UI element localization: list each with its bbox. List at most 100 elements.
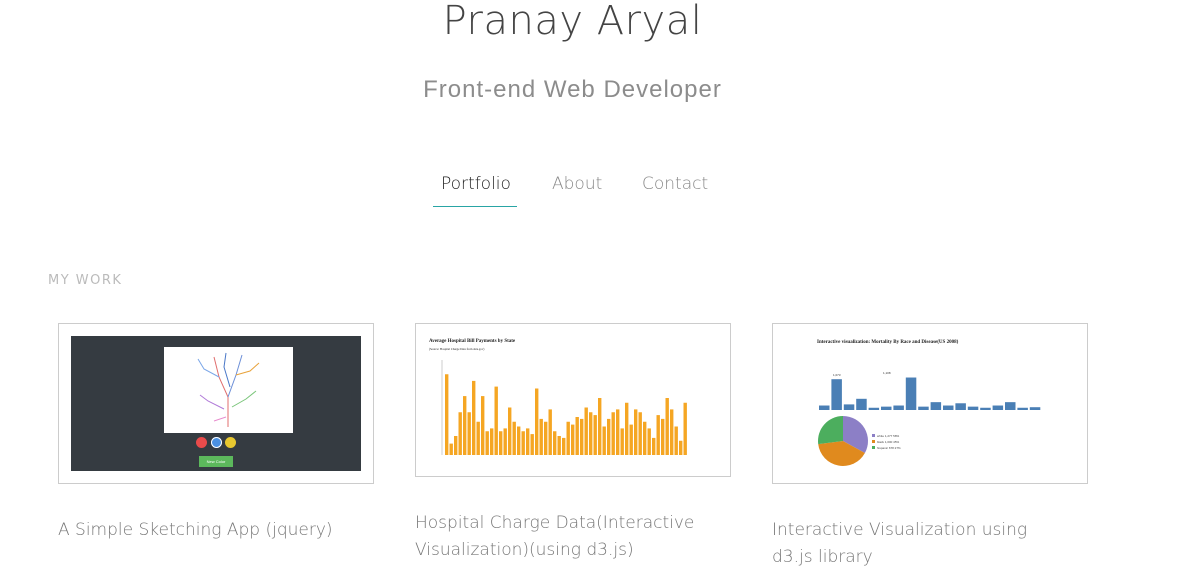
preview-bar: [593, 415, 597, 455]
preview-bar: [1029, 407, 1041, 410]
preview-bar: [665, 398, 669, 455]
preview-bar: [930, 402, 942, 410]
preview-bar: [674, 426, 678, 455]
preview-bar: [557, 436, 561, 455]
preview-bar: [643, 421, 647, 455]
nav-about[interactable]: About: [552, 174, 602, 194]
preview-bar: [683, 402, 687, 455]
preview-bar: [607, 418, 611, 455]
sketch-app-preview: New Color: [71, 336, 361, 471]
preview-bar: [494, 386, 498, 455]
preview-bar: [638, 412, 642, 455]
color-dot-red[interactable]: [196, 437, 207, 448]
preview-bar: [580, 418, 584, 455]
preview-bar-label: 1,073: [833, 373, 841, 377]
preview-bar: [980, 407, 991, 410]
preview-bar: [458, 412, 462, 455]
preview-bar-label: 1,108: [883, 371, 891, 375]
preview-bar: [530, 434, 534, 455]
preview-bar: [544, 421, 548, 455]
sketch-canvas: [164, 347, 293, 433]
preview-legend-swatch: [872, 434, 875, 437]
preview-bar: [508, 407, 512, 455]
preview-bar: [584, 407, 588, 455]
preview-bar: [616, 409, 620, 455]
preview-bar: [548, 409, 552, 455]
nav-contact[interactable]: Contact: [642, 174, 708, 194]
preview-bar: [499, 431, 503, 455]
preview-bar: [881, 406, 892, 410]
site-name: Pranay Aryal: [442, 0, 703, 44]
preview-mortality-chart: 1,073 1,108 white 1,277 58% black 1,000 45%…: [818, 371, 1041, 466]
preview-bar: [485, 431, 489, 455]
project-title[interactable]: A Simple Sketching App (jquery): [58, 517, 374, 544]
preview-bar: [598, 398, 602, 455]
preview-bar: [517, 426, 521, 455]
preview-pie-slice: [818, 416, 843, 445]
project-thumbnail[interactable]: Interactive visualization: Mortality By …: [772, 323, 1088, 484]
preview-bar: [1017, 407, 1028, 410]
preview-bar: [553, 431, 557, 455]
preview-bar: [472, 380, 476, 455]
preview-bar: [521, 431, 525, 455]
project-title[interactable]: Interactive Visualization using d3.js li…: [772, 517, 1072, 571]
preview-bar: [611, 412, 615, 455]
preview-bar: [490, 428, 494, 455]
preview-bar: [656, 415, 660, 455]
new-color-button[interactable]: New Color: [199, 456, 233, 467]
preview-bar: [992, 405, 1004, 410]
preview-legend-label: black 1,000 45%: [877, 440, 900, 444]
preview-bar: [943, 405, 954, 410]
preview-bar: [652, 437, 656, 455]
preview-bar: [481, 396, 485, 455]
preview-bar: [629, 424, 633, 455]
preview-bar: [589, 412, 593, 455]
preview-bar: [454, 436, 458, 455]
section-label: MY WORK: [48, 273, 123, 288]
preview-bar: [526, 428, 530, 455]
preview-bar: [467, 412, 471, 455]
color-dot-blue[interactable]: [211, 437, 222, 448]
color-dot-yellow[interactable]: [225, 437, 236, 448]
nav-portfolio[interactable]: Portfolio: [441, 174, 511, 194]
project-title[interactable]: Hospital Charge Data(Interactive Visuali…: [415, 510, 731, 564]
preview-bar: [831, 379, 842, 410]
preview-bar: [566, 421, 570, 455]
preview-bar: [843, 404, 855, 410]
preview-bar: [503, 428, 507, 455]
preview-bar: [445, 374, 449, 455]
preview-bar: [868, 407, 880, 410]
preview-bar: [625, 402, 629, 455]
preview-bar: [679, 440, 683, 455]
preview-bar: [918, 406, 929, 410]
site-role: Front-end Web Developer: [423, 76, 722, 103]
preview-bar: [620, 428, 624, 455]
preview-bar: [647, 428, 651, 455]
preview-bar: [571, 424, 575, 455]
project-thumbnail[interactable]: New Color: [58, 323, 374, 484]
preview-bar: [602, 426, 606, 455]
project-card-sketch[interactable]: New Color A Simple Sketching App (jquery…: [58, 323, 374, 544]
main-nav: Portfolio About Contact: [0, 174, 1145, 214]
preview-bar: [905, 377, 917, 410]
preview-bar: [535, 388, 539, 455]
preview-bar: [449, 443, 453, 455]
sketch-drawing: [197, 352, 260, 427]
nav-active-underline: [433, 206, 517, 207]
project-thumbnail[interactable]: Average Hospital Bill Payments by State …: [415, 323, 731, 477]
preview-legend-label: white 1,277 58%: [877, 434, 900, 438]
preview-legend-label: hispanic 678 27%: [877, 446, 901, 450]
preview-bar: [670, 409, 674, 455]
preview-legend-swatch: [872, 440, 875, 443]
preview-bar: [562, 437, 566, 455]
preview-bar: [512, 421, 516, 455]
preview-legend-swatch: [872, 446, 875, 449]
preview-bar: [893, 405, 904, 410]
preview-bar: [463, 396, 467, 455]
preview-bar: [634, 409, 638, 455]
preview-bar: [575, 417, 579, 455]
project-card-mortality[interactable]: Interactive visualization: Mortality By …: [772, 323, 1088, 571]
preview-bar: [1005, 402, 1016, 410]
project-card-hospital[interactable]: Average Hospital Bill Payments by State …: [415, 323, 731, 564]
preview-bar: [661, 418, 665, 455]
